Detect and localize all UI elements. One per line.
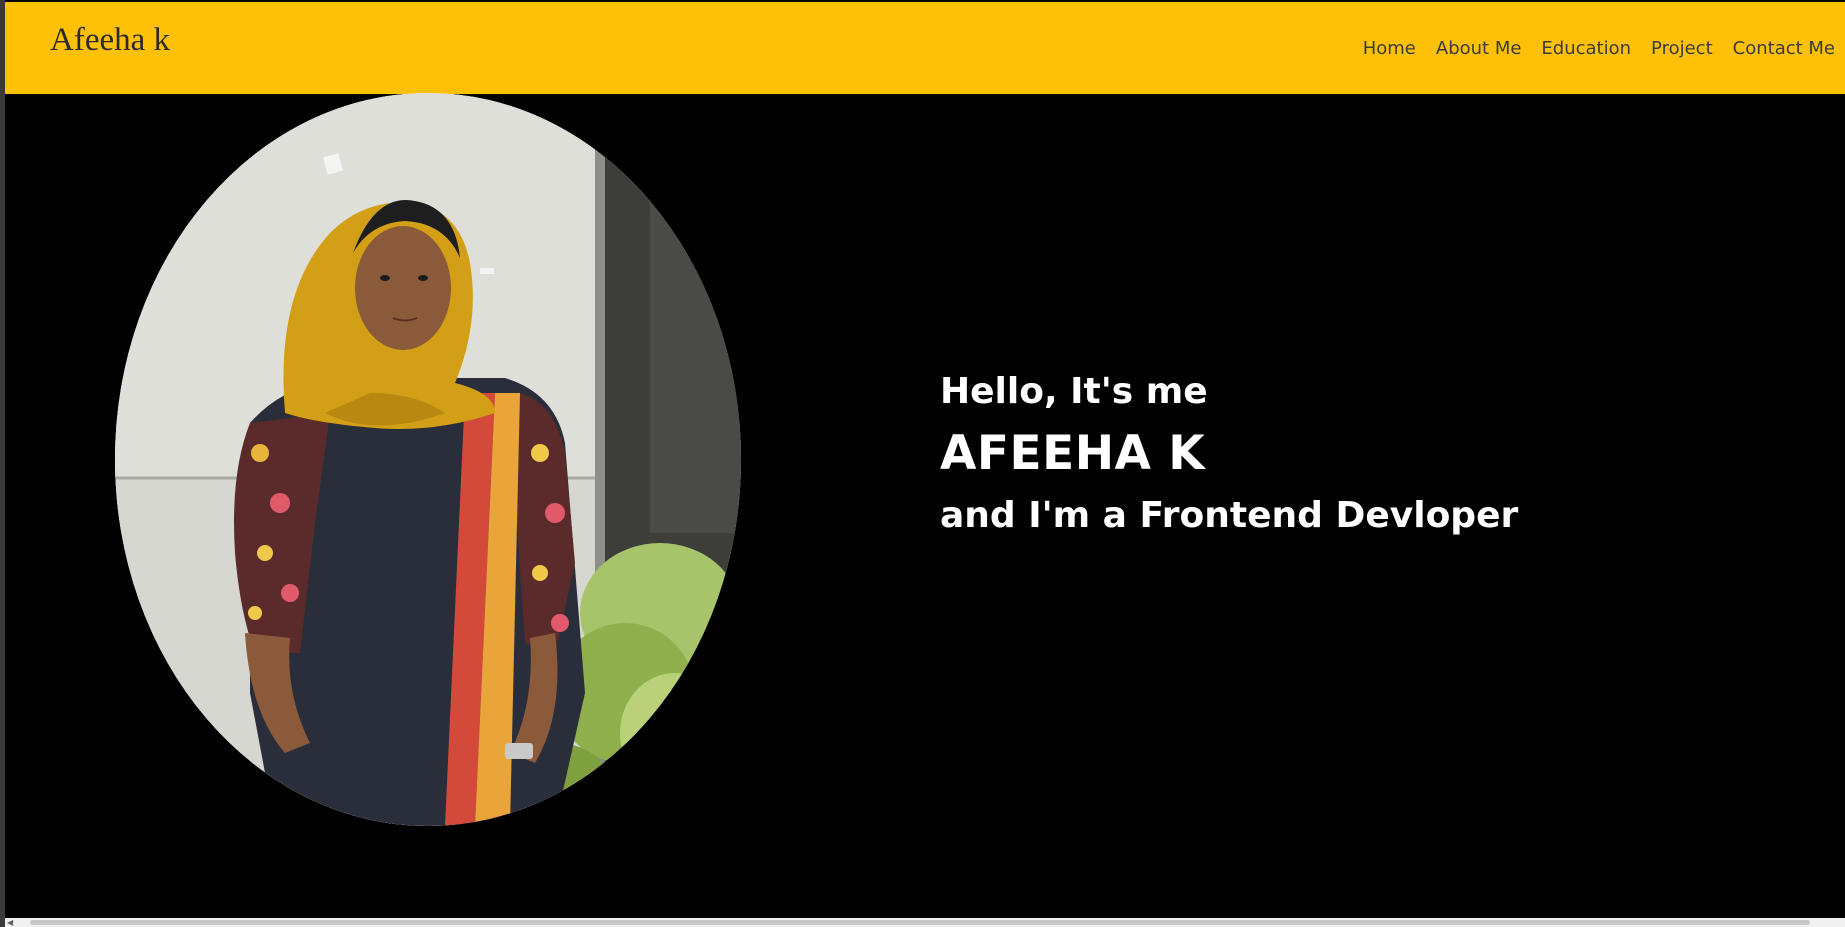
nav-link-education[interactable]: Education bbox=[1531, 38, 1641, 59]
hero-greeting: Hello, It's me bbox=[940, 371, 1208, 412]
scroll-left-arrow-icon[interactable]: ◀ bbox=[7, 918, 13, 927]
window-edge bbox=[0, 0, 5, 927]
scrollbar-thumb[interactable] bbox=[30, 920, 1810, 925]
nav-link-project[interactable]: Project bbox=[1641, 38, 1723, 59]
page: Afeeha k Home About Me Education Project… bbox=[0, 0, 1845, 927]
hero-text: Hello, It's me AFEEHA K and I'm a Fronte… bbox=[940, 365, 1518, 543]
nav-link-about-me[interactable]: About Me bbox=[1426, 38, 1532, 59]
nav-link-home[interactable]: Home bbox=[1353, 38, 1426, 59]
profile-photo bbox=[115, 93, 741, 826]
brand-logo-link[interactable]: Afeeha k bbox=[50, 22, 170, 59]
nav-links: Home About Me Education Project Contact … bbox=[1353, 38, 1845, 59]
navbar: Afeeha k Home About Me Education Project… bbox=[5, 2, 1845, 94]
hero-name: AFEEHA K bbox=[940, 426, 1206, 481]
profile-photo-illustration bbox=[115, 93, 741, 826]
hero-role: and I'm a Frontend Devloper bbox=[940, 495, 1519, 536]
horizontal-scrollbar[interactable]: ◀ bbox=[5, 918, 1845, 927]
nav-link-contact-me[interactable]: Contact Me bbox=[1723, 38, 1845, 59]
